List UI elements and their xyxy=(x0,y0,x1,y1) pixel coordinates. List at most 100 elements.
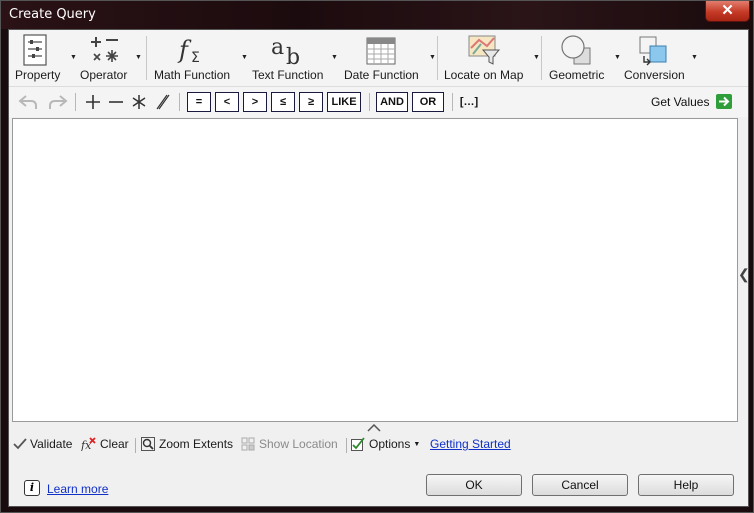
ribbon-divider xyxy=(541,36,542,80)
greater-than-operator-button[interactable]: > xyxy=(243,92,267,112)
get-values-label: Get Values xyxy=(651,95,710,109)
text-function-icon: a b xyxy=(271,35,300,66)
get-values-button[interactable]: Get Values xyxy=(651,94,732,109)
brackets-button[interactable]: […] xyxy=(457,92,481,112)
geometric-menu[interactable]: ▼ Geometric xyxy=(548,32,621,84)
property-menu[interactable]: ▼ Property xyxy=(14,32,77,84)
options-menu[interactable]: Options ▼ xyxy=(351,437,420,451)
conversion-icon xyxy=(639,36,667,66)
clear-button[interactable]: fx Clear xyxy=(81,437,129,451)
close-button[interactable]: ✕ xyxy=(705,1,750,22)
property-label: Property xyxy=(15,68,61,82)
zoom-extents-label: Zoom Extents xyxy=(159,437,234,451)
redo-icon xyxy=(49,95,68,109)
help-button[interactable]: Help xyxy=(638,474,734,496)
ok-button[interactable]: OK xyxy=(426,474,522,496)
equals-operator-button[interactable]: = xyxy=(187,92,211,112)
calendar-icon xyxy=(366,37,396,65)
options-label: Options xyxy=(369,437,411,451)
title-bar[interactable]: Create Query ✕ xyxy=(1,1,753,29)
query-action-bar: Validate fx Clear Zoom Extents Show Loca… xyxy=(9,434,748,456)
bar-divider xyxy=(135,438,136,453)
learn-more-link[interactable]: Learn more xyxy=(47,482,108,496)
locate-on-map-dropdown-icon[interactable]: ▼ xyxy=(533,54,540,61)
toolbar-divider xyxy=(179,93,180,111)
property-list-icon xyxy=(23,34,47,66)
conversion-label: Conversion xyxy=(624,68,685,82)
zoom-extents-button[interactable]: Zoom Extents xyxy=(141,437,233,451)
slash-icon xyxy=(156,94,170,110)
date-function-label: Date Function xyxy=(344,68,419,82)
geometric-dropdown-icon[interactable]: ▼ xyxy=(614,54,621,61)
asterisk-icon xyxy=(132,95,146,109)
getting-started-label: Getting Started xyxy=(430,437,511,451)
checkmark-icon xyxy=(13,438,27,450)
bar-divider xyxy=(346,438,347,453)
svg-text:fx: fx xyxy=(81,439,92,451)
math-function-icon: f Σ xyxy=(177,36,200,66)
function-ribbon: ▼ Property ▼ Operator f Σ ▼ Math Functio… xyxy=(9,30,748,86)
or-operator-button[interactable]: OR xyxy=(412,92,444,112)
undo-icon xyxy=(18,95,37,109)
conversion-menu[interactable]: ▼ Conversion xyxy=(623,32,698,84)
like-operator-button[interactable]: LIKE xyxy=(327,92,361,112)
divide-operator-button[interactable] xyxy=(152,92,172,112)
clear-label: Clear xyxy=(100,437,129,451)
undo-button[interactable] xyxy=(17,92,39,112)
svg-text:a: a xyxy=(271,35,284,60)
svg-text:b: b xyxy=(286,45,300,66)
dialog-client-area: ▼ Property ▼ Operator f Σ ▼ Math Functio… xyxy=(8,29,750,507)
window-title: Create Query xyxy=(9,7,96,22)
multiply-operator-button[interactable] xyxy=(129,92,149,112)
text-function-menu[interactable]: a b ▼ Text Function xyxy=(251,32,338,84)
less-than-operator-button[interactable]: < xyxy=(215,92,239,112)
validate-label: Validate xyxy=(30,437,73,451)
ribbon-divider xyxy=(146,36,147,80)
toolbar-divider xyxy=(452,93,453,111)
cancel-button[interactable]: Cancel xyxy=(532,474,628,496)
close-icon: ✕ xyxy=(721,2,734,19)
text-function-label: Text Function xyxy=(252,68,324,82)
geometric-label: Geometric xyxy=(549,68,605,82)
show-location-button[interactable]: Show Location xyxy=(241,437,338,451)
show-location-icon xyxy=(241,437,255,451)
expand-panel-chevron-icon[interactable]: ❮ xyxy=(738,266,750,283)
property-dropdown-icon[interactable]: ▼ xyxy=(70,54,77,61)
expression-toolbar: = < > ≤ ≥ LIKE AND OR […] Get Values xyxy=(9,86,748,117)
options-dropdown-icon: ▼ xyxy=(413,440,421,448)
clear-function-icon: fx xyxy=(81,437,96,451)
validate-button[interactable]: Validate xyxy=(13,437,72,451)
math-function-dropdown-icon[interactable]: ▼ xyxy=(241,54,248,61)
date-function-menu[interactable]: ▼ Date Function xyxy=(343,32,436,84)
date-function-dropdown-icon[interactable]: ▼ xyxy=(429,54,436,61)
minus-icon xyxy=(109,101,123,103)
redo-button[interactable] xyxy=(47,92,69,112)
toolbar-divider xyxy=(369,93,370,111)
subtract-operator-button[interactable] xyxy=(106,92,126,112)
less-or-equal-operator-button[interactable]: ≤ xyxy=(271,92,295,112)
svg-text:Σ: Σ xyxy=(191,50,200,66)
operator-label: Operator xyxy=(80,68,128,82)
greater-or-equal-operator-button[interactable]: ≥ xyxy=(299,92,323,112)
query-expression-editor[interactable] xyxy=(12,118,738,422)
dialog-footer: i Learn more OK Cancel Help xyxy=(9,462,748,506)
text-function-dropdown-icon[interactable]: ▼ xyxy=(331,54,338,61)
info-icon: i xyxy=(24,480,40,496)
toolbar-divider xyxy=(75,93,76,111)
ribbon-divider xyxy=(437,36,438,80)
operator-menu[interactable]: ▼ Operator xyxy=(79,32,142,84)
create-query-window: Create Query ✕ ▼ Property ▼ Operator f Σ… xyxy=(0,0,754,513)
geometry-shapes-icon xyxy=(561,35,591,65)
options-checkbox-icon xyxy=(351,437,365,451)
svg-text:f: f xyxy=(177,36,192,64)
operator-dropdown-icon[interactable]: ▼ xyxy=(135,54,142,61)
locate-on-map-menu[interactable]: ▼ Locate on Map xyxy=(443,32,540,84)
green-arrow-icon xyxy=(715,94,732,109)
locate-on-map-label: Locate on Map xyxy=(444,68,524,82)
math-function-menu[interactable]: f Σ ▼ Math Function xyxy=(153,32,248,84)
and-operator-button[interactable]: AND xyxy=(376,92,408,112)
conversion-dropdown-icon[interactable]: ▼ xyxy=(691,54,698,61)
add-operator-button[interactable] xyxy=(83,92,103,112)
getting-started-link[interactable]: Getting Started xyxy=(430,437,511,451)
zoom-extents-icon xyxy=(141,437,155,451)
